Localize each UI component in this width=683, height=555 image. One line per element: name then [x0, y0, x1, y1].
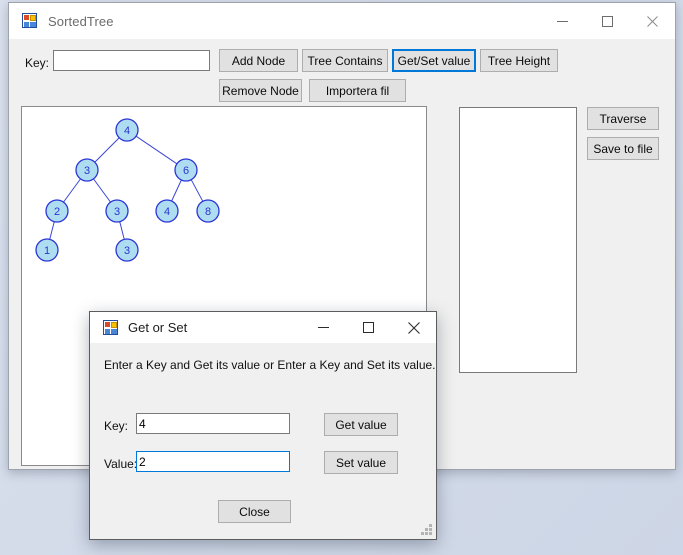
tree-node-label: 4: [124, 125, 130, 137]
tree-node[interactable]: 3: [75, 158, 99, 182]
traverse-button[interactable]: Traverse: [587, 107, 659, 130]
traverse-result-listbox[interactable]: [459, 107, 577, 373]
close-icon[interactable]: [391, 312, 436, 343]
main-titlebar: SortedTree: [9, 3, 675, 39]
close-icon[interactable]: [630, 3, 675, 39]
tree-contains-button[interactable]: Tree Contains: [302, 49, 388, 72]
key-input[interactable]: [53, 50, 210, 71]
maximize-icon[interactable]: [585, 3, 630, 39]
dialog-instruction-text: Enter a Key and Get its value or Enter a…: [104, 358, 436, 372]
tree-edge: [135, 135, 178, 165]
tree-edge: [119, 221, 125, 240]
tree-node[interactable]: 6: [174, 158, 198, 182]
dialog-window-controls: [301, 312, 436, 343]
tree-edge: [94, 137, 120, 163]
tree-node-label: 3: [114, 206, 120, 218]
tree-node-label: 1: [44, 245, 50, 257]
get-or-set-dialog: Get or Set Enter a Key and Get its value…: [89, 311, 437, 540]
dialog-client-area: Enter a Key and Get its value or Enter a…: [90, 343, 436, 539]
window-title: SortedTree: [48, 13, 114, 29]
set-value-button[interactable]: Set value: [324, 451, 398, 474]
tree-node[interactable]: 3: [115, 238, 139, 262]
dialog-title: Get or Set: [128, 320, 188, 335]
winforms-app-icon: [103, 319, 119, 336]
tree-node-label: 3: [84, 165, 90, 177]
dialog-value-input[interactable]: [136, 451, 290, 472]
tree-node[interactable]: 4: [155, 199, 179, 223]
tree-node-label: 4: [164, 206, 170, 218]
tree-edges: [49, 135, 204, 240]
dialog-key-input[interactable]: [136, 413, 290, 434]
get-value-button[interactable]: Get value: [324, 413, 398, 436]
tree-edge: [63, 178, 81, 203]
close-button[interactable]: Close: [218, 500, 291, 523]
resize-grip[interactable]: [420, 523, 433, 536]
tree-edge: [190, 179, 204, 202]
tree-nodes: 4 3 6 2 3 4 8 1 3: [35, 118, 220, 262]
tree-node[interactable]: 1: [35, 238, 59, 262]
tree-edge: [49, 221, 55, 240]
get-set-value-button[interactable]: Get/Set value: [392, 49, 476, 72]
dialog-titlebar: Get or Set: [90, 312, 436, 343]
window-controls: [540, 3, 675, 39]
tree-height-button[interactable]: Tree Height: [480, 49, 558, 72]
importera-fil-button[interactable]: Importera fil: [309, 79, 406, 102]
tree-node[interactable]: 4: [115, 118, 139, 142]
tree-node-label: 3: [124, 245, 130, 257]
dialog-value-label: Value:: [104, 457, 138, 471]
minimize-icon[interactable]: [301, 312, 346, 343]
winforms-app-icon: [22, 13, 38, 29]
tree-node[interactable]: 2: [45, 199, 69, 223]
tree-node-label: 6: [183, 165, 189, 177]
dialog-key-label: Key:: [104, 419, 129, 433]
tree-node[interactable]: 8: [196, 199, 220, 223]
save-to-file-button[interactable]: Save to file: [587, 137, 659, 160]
key-label: Key:: [25, 56, 50, 70]
tree-edge: [171, 179, 182, 202]
tree-edge: [93, 178, 111, 203]
add-node-button[interactable]: Add Node: [219, 49, 298, 72]
tree-node-label: 2: [54, 206, 60, 218]
remove-node-button[interactable]: Remove Node: [219, 79, 302, 102]
maximize-icon[interactable]: [346, 312, 391, 343]
tree-node-label: 8: [205, 206, 211, 218]
minimize-icon[interactable]: [540, 3, 585, 39]
tree-node[interactable]: 3: [105, 199, 129, 223]
